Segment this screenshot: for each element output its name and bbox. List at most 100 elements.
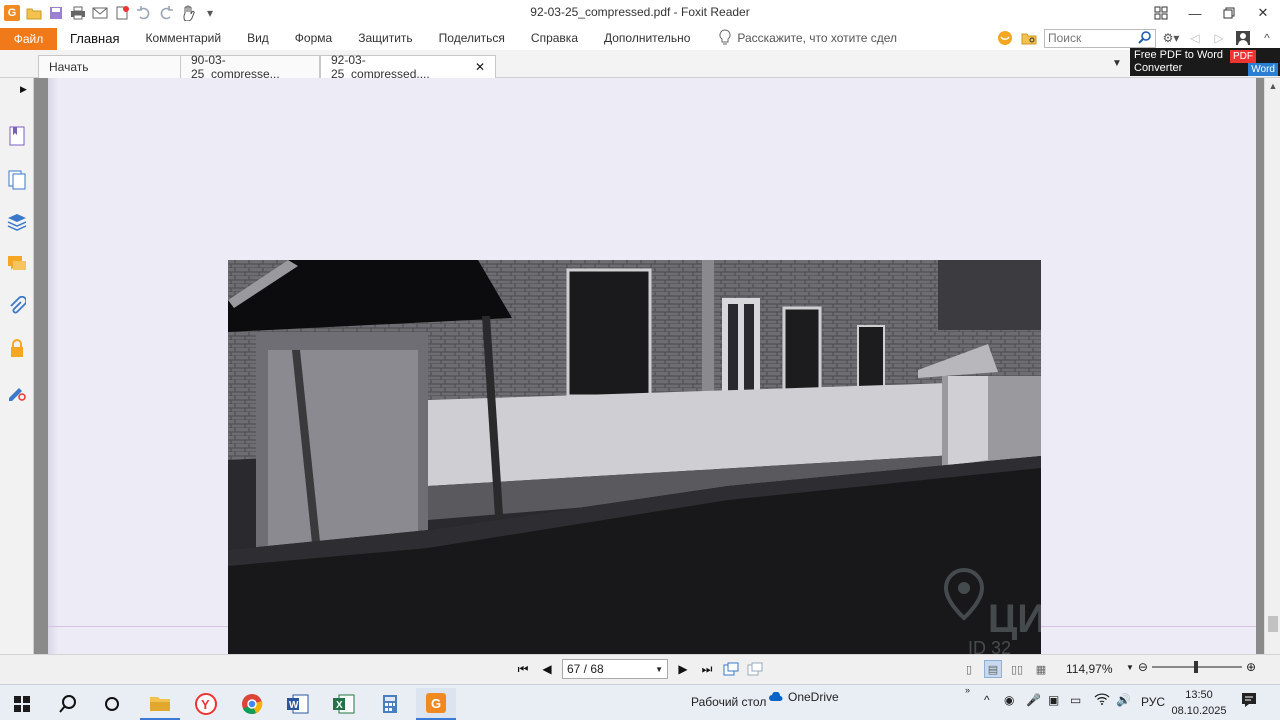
zoom-slider-knob[interactable]	[1193, 661, 1198, 673]
vertical-scrollbar[interactable]: ▲	[1264, 78, 1280, 654]
scroll-thumb[interactable]	[1268, 616, 1278, 632]
menu-view[interactable]: Вид	[234, 26, 282, 50]
next-page-icon[interactable]: ▶	[674, 659, 692, 679]
word-icon[interactable]: W	[278, 688, 318, 720]
foxit-reader-icon[interactable]: G	[416, 688, 456, 720]
continuous-page-icon[interactable]: ▤	[984, 660, 1002, 678]
hand-tool-icon[interactable]	[180, 5, 196, 21]
tab-document-90[interactable]: 90-03-25_compresse...	[180, 53, 320, 81]
menu-protect[interactable]: Защитить	[345, 26, 425, 50]
menu-extras[interactable]: Дополнительно	[591, 26, 703, 50]
onedrive-toolbar[interactable]: OneDrive	[768, 690, 839, 704]
microphone-icon[interactable]: 🎤	[1026, 693, 1041, 707]
menu-share[interactable]: Поделиться	[426, 26, 518, 50]
tray-chevron-icon[interactable]: ^	[984, 693, 990, 707]
redo-icon[interactable]	[158, 5, 174, 21]
next-view-icon[interactable]	[746, 659, 764, 679]
monitor-icon[interactable]: ▭	[1070, 693, 1081, 707]
document-viewport[interactable]: ЦИАН ID 32	[34, 78, 1264, 654]
zoom-slider[interactable]	[1151, 661, 1242, 673]
onedrive-label: OneDrive	[788, 690, 839, 704]
chevron-down-icon[interactable]: ▼	[655, 665, 663, 674]
print-icon[interactable]	[70, 5, 86, 21]
new-icon[interactable]	[114, 5, 130, 21]
menu-comment[interactable]: Комментарий	[132, 26, 234, 50]
chrome-icon[interactable]	[232, 688, 272, 720]
zoom-level[interactable]: 114,97%	[1066, 662, 1112, 676]
last-page-icon[interactable]: ⏭	[698, 659, 716, 679]
signature-icon[interactable]	[7, 382, 27, 402]
first-page-icon[interactable]: ⏮	[514, 659, 532, 679]
single-page-icon[interactable]: ▯	[960, 660, 978, 678]
security-icon[interactable]	[7, 338, 27, 358]
attachments-icon[interactable]	[7, 296, 27, 316]
task-view-icon[interactable]	[92, 688, 132, 720]
desktop-toolbar-label[interactable]: Рабочий стол	[691, 695, 766, 709]
building-photo-graphic: ЦИАН ID 32	[228, 260, 1041, 654]
menu-help[interactable]: Справка	[518, 26, 591, 50]
find-folder-icon[interactable]	[1020, 29, 1038, 47]
email-icon[interactable]	[92, 5, 108, 21]
tabs-dropdown-icon[interactable]: ▼	[1112, 58, 1122, 69]
tell-me-box[interactable]: Расскажите, что хотите сдел	[719, 28, 898, 48]
restore-button[interactable]	[1212, 0, 1246, 26]
continuous-facing-icon[interactable]: ▦	[1032, 660, 1050, 678]
next-icon[interactable]: ▷	[1210, 29, 1228, 47]
close-tab-icon[interactable]: ✕	[475, 60, 485, 74]
search-input[interactable]	[1048, 31, 1132, 45]
settings-icon[interactable]: ⚙▾	[1162, 29, 1180, 47]
layers-icon[interactable]	[7, 212, 27, 232]
clock[interactable]: 13:50 08.10.2025	[1168, 687, 1230, 719]
svg-text:G: G	[431, 696, 441, 711]
undo-icon[interactable]	[136, 5, 152, 21]
prev-icon[interactable]: ◁	[1186, 29, 1204, 47]
close-button[interactable]: ✕	[1246, 0, 1280, 26]
zoom-out-icon[interactable]: ⊖	[1138, 660, 1148, 674]
camera-icon[interactable]: ▣	[1048, 693, 1059, 707]
svg-text:X: X	[336, 700, 343, 711]
tray-app-icon[interactable]: ◉	[1004, 693, 1014, 707]
expand-panel-icon[interactable]: ▶	[20, 84, 27, 95]
customize-icon[interactable]: ▾	[202, 5, 218, 21]
volume-icon[interactable]: 🔊	[1116, 693, 1131, 707]
file-explorer-icon[interactable]	[140, 688, 180, 720]
ribbon-display-icon[interactable]	[1144, 0, 1178, 26]
scroll-up-icon[interactable]: ▲	[1265, 78, 1280, 94]
notifications-icon[interactable]	[1240, 691, 1258, 712]
tab-start[interactable]: Начать	[38, 55, 182, 78]
excel-icon[interactable]: X	[324, 688, 364, 720]
toolbar-overflow-icon[interactable]: »	[965, 685, 970, 695]
tell-me-text: Расскажите, что хотите сдел	[737, 31, 898, 45]
notification-icon[interactable]	[996, 29, 1014, 47]
file-menu-button[interactable]: Файл	[0, 27, 57, 50]
minimize-button[interactable]: —	[1178, 0, 1212, 26]
facing-page-icon[interactable]: ▯▯	[1008, 660, 1026, 678]
view-modes: ▯ ▤ ▯▯ ▦	[960, 660, 1050, 678]
yandex-browser-icon[interactable]: Y	[186, 688, 226, 720]
wifi-icon[interactable]	[1094, 693, 1110, 708]
collapse-ribbon-icon[interactable]: ^	[1258, 29, 1276, 47]
previous-view-icon[interactable]	[722, 659, 740, 679]
pages-icon[interactable]	[7, 170, 27, 190]
app-logo[interactable]: G	[4, 5, 20, 21]
pdf-to-word-promo[interactable]: Free PDF to Word Converter PDF Word	[1130, 48, 1280, 76]
menu-form[interactable]: Форма	[282, 26, 345, 50]
bookmark-icon[interactable]	[7, 126, 27, 146]
search-box[interactable]	[1044, 28, 1156, 48]
language-indicator[interactable]: РУС	[1141, 695, 1165, 709]
calculator-icon[interactable]	[370, 688, 410, 720]
window-controls: — ✕	[1144, 0, 1280, 26]
start-icon[interactable]	[2, 688, 42, 720]
open-folder-icon[interactable]	[26, 5, 42, 21]
zoom-in-icon[interactable]: ⊕	[1246, 660, 1256, 674]
save-icon[interactable]	[48, 5, 64, 21]
page-number-field[interactable]: 67 / 68 ▼	[562, 659, 668, 679]
zoom-dropdown-icon[interactable]: ▼	[1126, 663, 1134, 672]
tab-document-92[interactable]: 92-03-25_compressed.... ✕	[320, 53, 496, 81]
search-taskbar-icon[interactable]	[48, 688, 88, 720]
menu-home[interactable]: Главная	[57, 26, 132, 50]
account-icon[interactable]	[1234, 29, 1252, 47]
search-icon[interactable]	[1138, 30, 1152, 47]
comments-icon[interactable]	[7, 254, 27, 274]
previous-page-icon[interactable]: ◀	[538, 659, 556, 679]
